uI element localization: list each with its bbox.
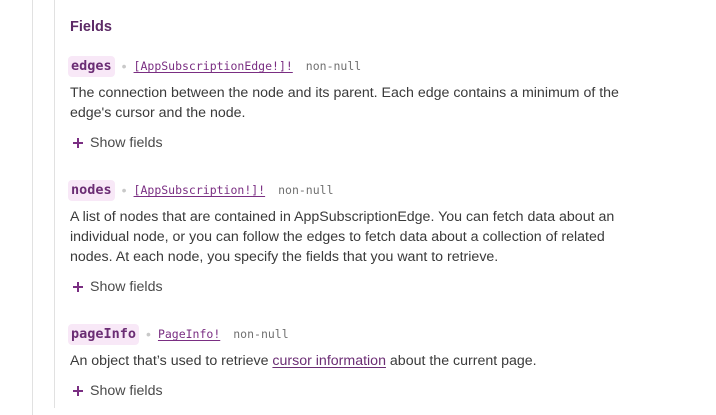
field-type-link[interactable]: PageInfo!	[158, 325, 220, 343]
inner-nesting-rail	[54, 0, 55, 408]
field-description: The connection between the node and its …	[70, 85, 619, 121]
nullability-label: non-null	[233, 327, 289, 341]
nullability-label: non-null	[278, 183, 334, 197]
field-name: pageInfo	[68, 323, 140, 345]
field-name: nodes	[68, 179, 115, 201]
show-fields-button[interactable]: Show fields	[70, 133, 648, 153]
show-fields-label: Show fields	[90, 135, 163, 151]
plus-icon	[72, 385, 84, 397]
field-header: nodes • [AppSubscription!]! non-null	[68, 179, 648, 201]
plus-icon	[72, 281, 84, 293]
field-name: edges	[68, 55, 115, 77]
show-fields-button[interactable]: Show fields	[70, 277, 648, 297]
field-pageinfo: pageInfo • PageInfo! non-null An object …	[68, 323, 648, 401]
show-fields-label: Show fields	[90, 279, 163, 295]
show-fields-button[interactable]: Show fields	[70, 381, 648, 401]
field-description: An object that’s used to retrieve cursor…	[70, 351, 635, 371]
show-fields-label: Show fields	[90, 383, 163, 399]
field-type-link[interactable]: [AppSubscription!]!	[134, 181, 266, 199]
separator-dot: •	[146, 326, 151, 342]
field-header: pageInfo • PageInfo! non-null	[68, 323, 648, 345]
field-edges: edges • [AppSubscriptionEdge!]! non-null…	[68, 55, 648, 153]
cursor-information-link[interactable]: cursor information	[272, 353, 386, 369]
outer-nesting-rail	[32, 0, 33, 415]
plus-icon	[72, 137, 84, 149]
description-text: about the current page.	[385, 353, 537, 369]
field-header: edges • [AppSubscriptionEdge!]! non-null	[68, 55, 648, 77]
field-nodes: nodes • [AppSubscription!]! non-null A l…	[68, 179, 648, 297]
field-type-link[interactable]: [AppSubscriptionEdge!]!	[134, 57, 293, 75]
field-description: A list of nodes that are contained in Ap…	[70, 209, 615, 265]
separator-dot: •	[121, 182, 127, 198]
section-title: Fields	[70, 19, 112, 35]
nullability-label: non-null	[305, 59, 362, 73]
separator-dot: •	[121, 58, 127, 74]
description-text: An object that’s used to retrieve	[70, 353, 273, 369]
